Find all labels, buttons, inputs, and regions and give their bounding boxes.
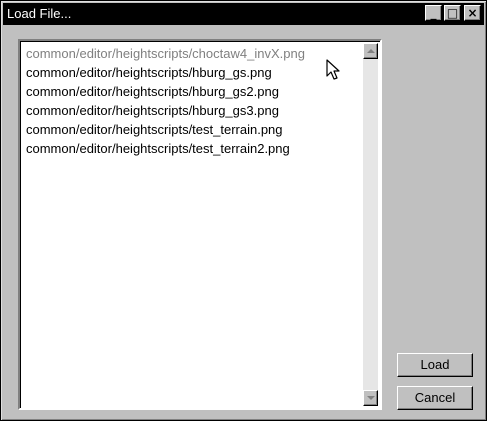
file-list-item[interactable]: common/editor/heightscripts/hburg_gs.png: [26, 63, 358, 82]
scroll-up-arrow-icon: [367, 49, 375, 53]
dialog-title: Load File...: [7, 6, 72, 21]
scroll-down-arrow-icon: [367, 396, 375, 400]
maximize-button[interactable]: □: [444, 5, 461, 21]
minimize-button[interactable]: _: [425, 5, 442, 21]
file-list: common/editor/heightscripts/choctaw4_inv…: [26, 44, 358, 158]
file-list-item[interactable]: common/editor/heightscripts/hburg_gs3.pn…: [26, 101, 358, 120]
arrow-cursor-icon: [326, 59, 340, 80]
vertical-scrollbar[interactable]: [363, 43, 378, 406]
file-listbox[interactable]: common/editor/heightscripts/choctaw4_inv…: [18, 39, 382, 410]
file-list-item[interactable]: common/editor/heightscripts/test_terrain…: [26, 139, 358, 158]
close-button[interactable]: ×: [464, 5, 481, 21]
title-bar[interactable]: Load File... _ □ ×: [3, 3, 484, 25]
file-list-item[interactable]: common/editor/heightscripts/hburg_gs2.pn…: [26, 82, 358, 101]
scroll-up-button[interactable]: [363, 43, 378, 59]
scroll-down-button[interactable]: [363, 390, 378, 406]
load-file-dialog: Load File... _ □ × common/editor/heights…: [0, 0, 487, 421]
file-list-item[interactable]: common/editor/heightscripts/test_terrain…: [26, 120, 358, 139]
load-button[interactable]: Load: [397, 353, 473, 377]
file-list-item[interactable]: common/editor/heightscripts/choctaw4_inv…: [26, 44, 358, 63]
cancel-button[interactable]: Cancel: [397, 386, 473, 410]
